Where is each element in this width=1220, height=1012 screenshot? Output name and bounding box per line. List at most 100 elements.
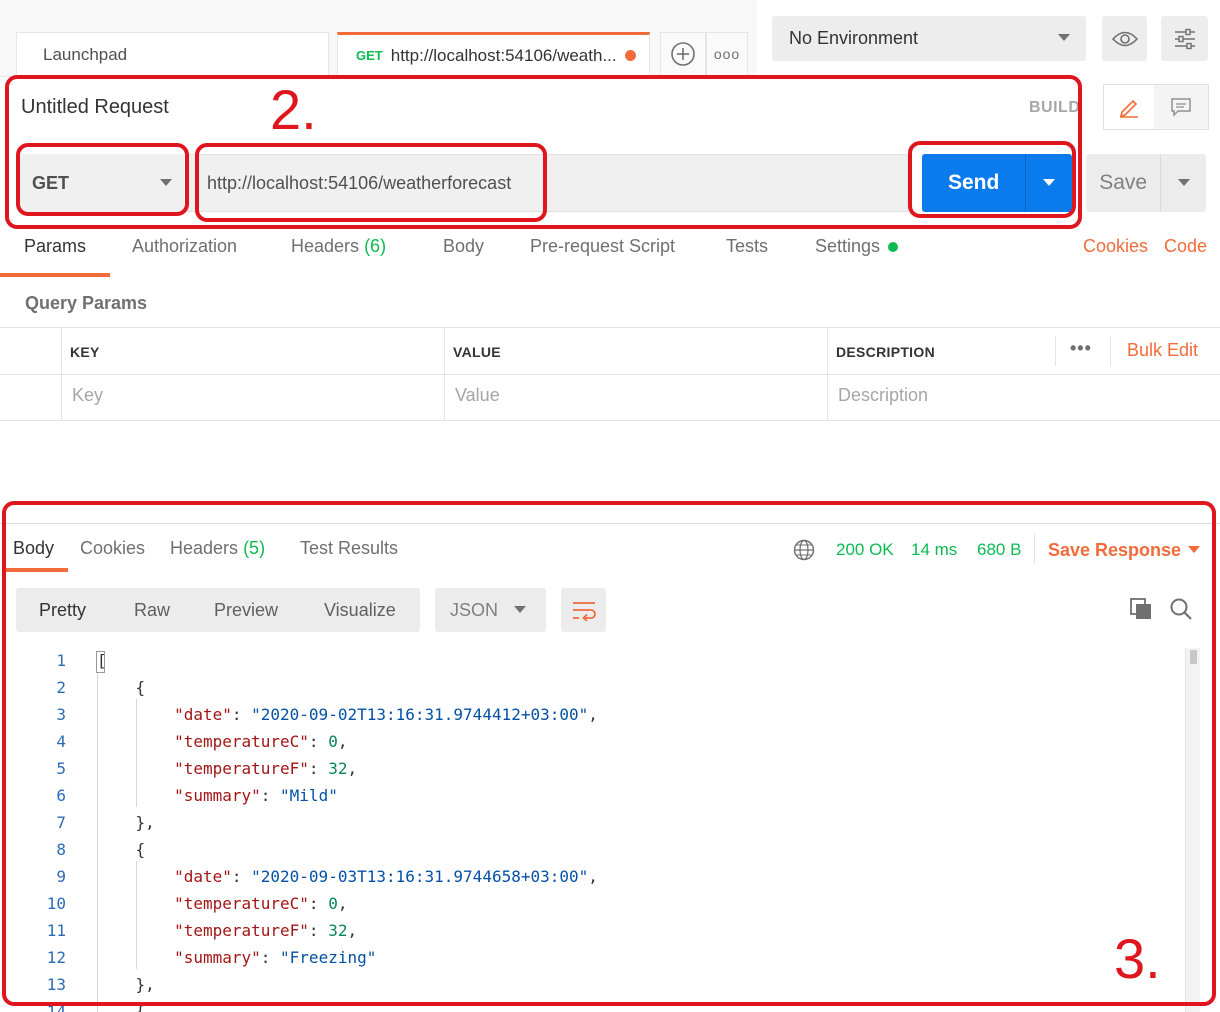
line-number: 14 (46, 1002, 66, 1012)
tab-active-request[interactable]: GET http://localhost:54106/weath... (337, 32, 650, 76)
tab-body[interactable]: Body (443, 236, 484, 257)
cookies-link[interactable]: Cookies (1083, 236, 1148, 257)
environment-quick-look-button[interactable] (1102, 16, 1147, 61)
copy-icon[interactable] (1129, 597, 1153, 621)
response-tab-cookies[interactable]: Cookies (80, 538, 145, 559)
tab-headers[interactable]: Headers (6) (291, 236, 386, 257)
tab-authorization[interactable]: Authorization (132, 236, 237, 257)
json-punctuation: , (588, 867, 598, 886)
method-label: GET (32, 172, 70, 193)
line-number: 3 (56, 705, 66, 724)
json-key: "summary" (174, 948, 261, 967)
send-dropdown-button[interactable] (1025, 154, 1072, 212)
line-number: 13 (46, 975, 66, 994)
response-tab-headers-label: Headers (170, 538, 239, 558)
new-tab-button[interactable] (660, 32, 706, 76)
divider (1034, 534, 1035, 564)
chevron-down-icon (1177, 179, 1190, 186)
tab-tests[interactable]: Tests (726, 236, 768, 257)
bulk-edit-link[interactable]: Bulk Edit (1127, 340, 1198, 361)
format-pretty[interactable]: Pretty (39, 600, 86, 621)
code-line: "temperatureF": 32, (174, 759, 358, 778)
chevron-down-icon (1043, 179, 1056, 186)
line-number: 7 (56, 813, 66, 832)
request-title[interactable]: Untitled Request (21, 96, 169, 119)
response-time[interactable]: 14 ms (911, 540, 957, 560)
tab-url: http://localhost:54106/weath... (390, 45, 617, 65)
annotation-label-3: 3. (1114, 927, 1161, 990)
tab-headers-count: (6) (364, 236, 387, 256)
method-select[interactable]: GET (18, 154, 184, 212)
chevron-down-icon (160, 179, 172, 186)
manage-environments-button[interactable] (1161, 16, 1208, 61)
json-key: "temperatureF" (174, 759, 309, 778)
value-input[interactable]: Value (455, 385, 500, 406)
response-body-editor[interactable]: 1 [2 {3 "date": "2020-09-02T13:16:31.9744… (14, 648, 1204, 1012)
response-tab-body-underline (2, 568, 68, 572)
line-number: 5 (56, 759, 66, 778)
more-options-icon[interactable]: ••• (1070, 338, 1092, 359)
tab-options-button[interactable]: ooo (706, 32, 748, 76)
code-line: "temperatureF": 32, (174, 921, 358, 940)
format-visualize[interactable]: Visualize (324, 600, 396, 621)
save-dropdown-button[interactable] (1160, 154, 1206, 212)
line-number: 10 (46, 894, 66, 913)
json-punctuation: , (347, 759, 358, 778)
tab-launchpad-label: Launchpad (43, 44, 128, 64)
json-punctuation: , (347, 921, 358, 940)
column-divider (827, 328, 828, 420)
json-value: 0 (328, 732, 338, 751)
save-button[interactable]: Save (1086, 154, 1206, 212)
save-response-button[interactable]: Save Response (1048, 540, 1181, 561)
query-params-table: KEY VALUE DESCRIPTION ••• Bulk Edit Key … (0, 327, 1220, 421)
environment-select[interactable]: No Environment (772, 16, 1086, 61)
json-key: "temperatureC" (174, 894, 309, 913)
status-code[interactable]: 200 OK (836, 540, 894, 560)
line-number: 1 (56, 651, 66, 670)
response-tab-body[interactable]: Body (13, 538, 54, 559)
json-key: "temperatureF" (174, 921, 309, 940)
json-key: "date" (174, 867, 232, 886)
tab-headers-label: Headers (291, 236, 360, 256)
response-divider (0, 523, 1220, 524)
format-raw[interactable]: Raw (134, 600, 170, 621)
build-mode-label: BUILD (1029, 99, 1081, 116)
scrollbar-thumb[interactable] (1190, 650, 1197, 664)
response-size[interactable]: 680 B (977, 540, 1021, 560)
description-input[interactable]: Description (838, 385, 928, 406)
comments-view-button[interactable] (1154, 85, 1208, 129)
language-select[interactable]: JSON (435, 588, 546, 632)
build-view-button[interactable] (1104, 85, 1154, 129)
key-input[interactable]: Key (72, 385, 103, 406)
globe-icon[interactable] (793, 539, 815, 561)
code-link[interactable]: Code (1164, 236, 1207, 257)
json-key: "temperatureC" (174, 732, 309, 751)
tab-launchpad[interactable]: Launchpad (16, 32, 329, 76)
code-line: [ (97, 651, 107, 670)
eye-icon (1111, 31, 1138, 46)
code-line: { (97, 840, 146, 859)
format-preview[interactable]: Preview (214, 600, 278, 621)
line-number: 6 (56, 786, 66, 805)
line-number: 11 (46, 921, 66, 940)
chevron-down-icon[interactable] (1188, 546, 1200, 554)
wrap-lines-button[interactable] (561, 588, 606, 632)
editor-scrollbar[interactable] (1185, 648, 1200, 1012)
plus-circle-icon (671, 42, 695, 66)
response-tab-test-results[interactable]: Test Results (300, 538, 398, 559)
format-switcher: Pretty Raw Preview Visualize (16, 588, 420, 632)
settings-status-dot-icon (888, 241, 899, 252)
response-tab-headers[interactable]: Headers (5) (170, 538, 265, 559)
query-params-title: Query Params (25, 293, 148, 313)
tab-pre-request-script[interactable]: Pre-request Script (530, 236, 675, 257)
json-value: 32 (328, 921, 348, 940)
tab-settings[interactable]: Settings (815, 236, 899, 257)
json-key: "summary" (174, 786, 261, 805)
send-button[interactable]: Send (922, 154, 1072, 212)
json-key: "date" (174, 705, 232, 724)
tab-params[interactable]: Params (24, 236, 86, 257)
unsaved-dot-icon (624, 50, 636, 61)
url-input[interactable]: http://localhost:54106/weatherforecast (186, 154, 908, 212)
search-icon[interactable] (1169, 597, 1193, 621)
json-punctuation: , (337, 732, 348, 751)
